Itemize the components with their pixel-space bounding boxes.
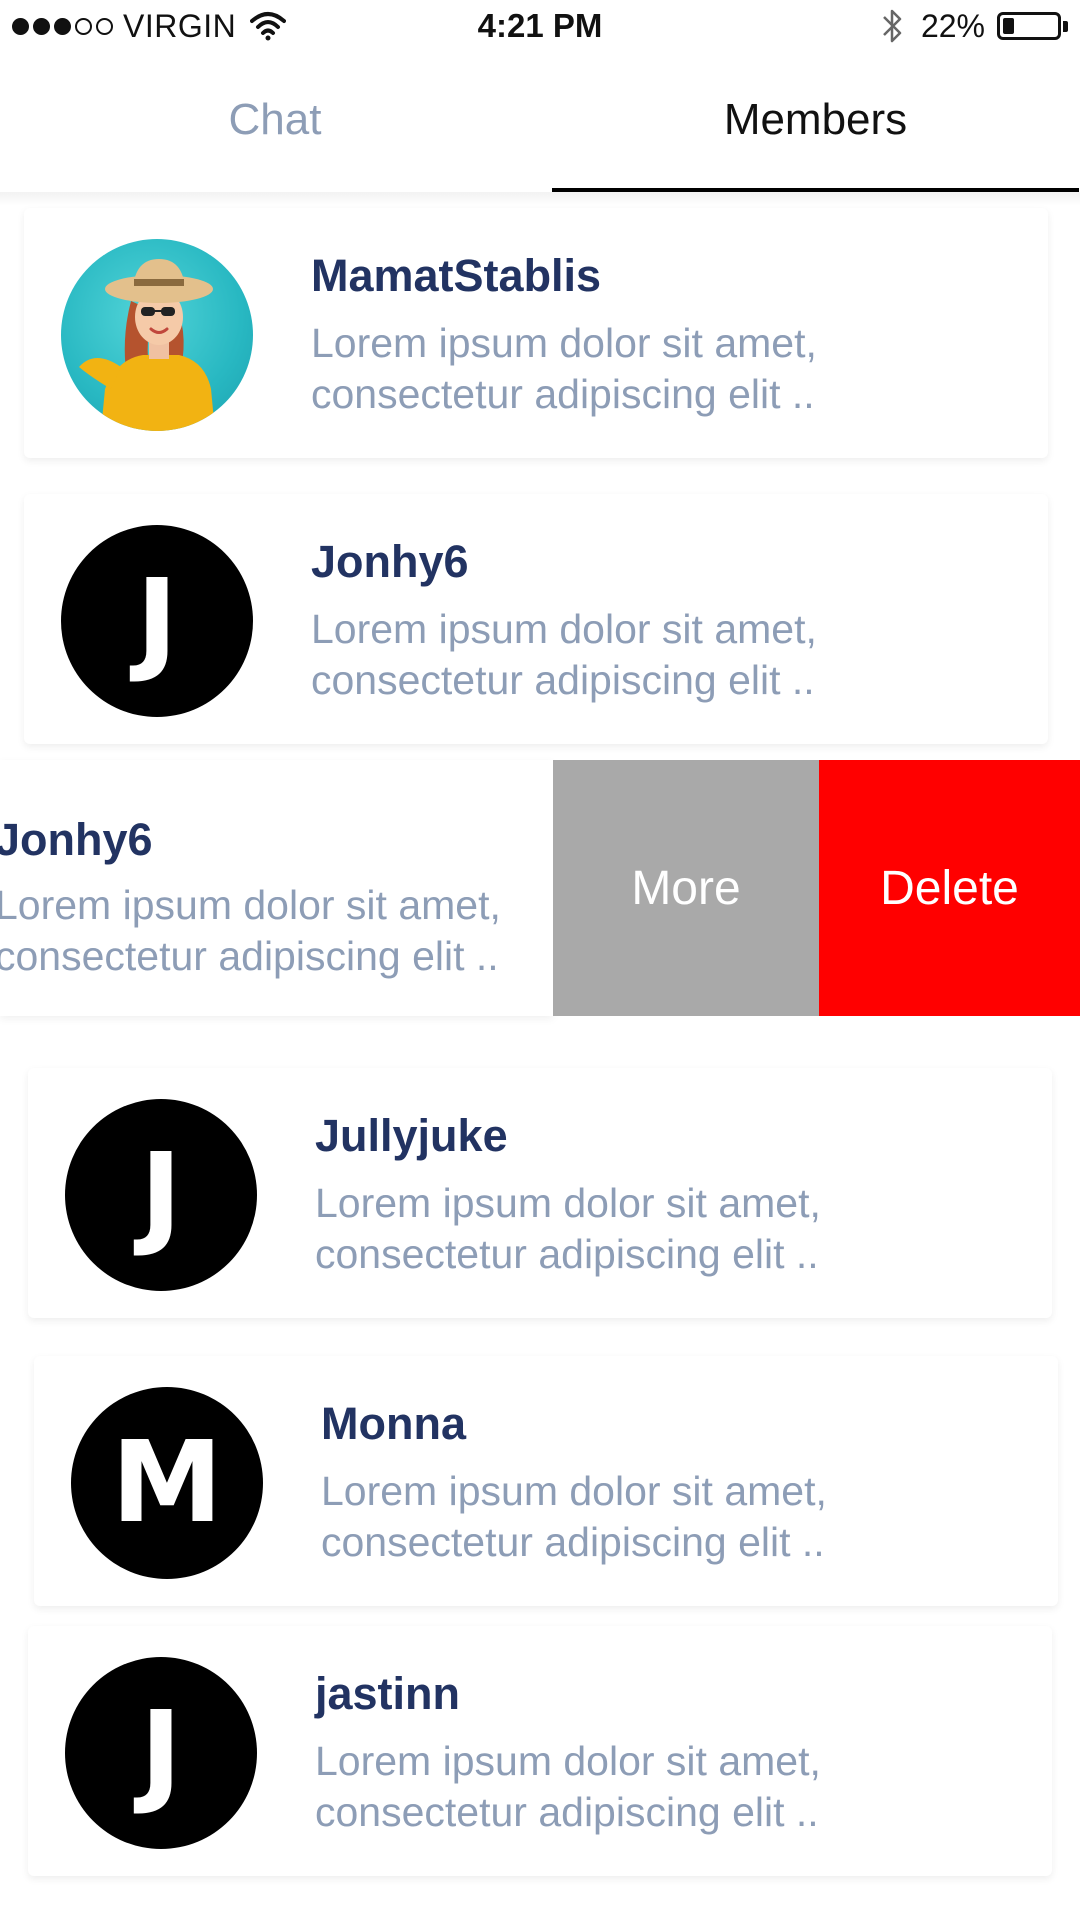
member-card-jastinn[interactable]: J jastinn Lorem ipsum dolor sit amet, co…	[28, 1626, 1052, 1876]
member-avatar-letter: M	[71, 1387, 263, 1579]
battery-fill	[1003, 18, 1014, 34]
member-avatar-photo	[61, 239, 253, 431]
member-description-line: consectetur adipiscing elit ..	[0, 933, 499, 979]
member-card-monna[interactable]: M Monna Lorem ipsum dolor sit amet, cons…	[34, 1356, 1058, 1606]
member-name: Monna	[321, 1398, 466, 1449]
member-description-line: Lorem ipsum dolor sit amet,	[315, 1738, 821, 1784]
member-description-line: consectetur adipiscing elit ..	[315, 1789, 819, 1835]
member-description-line: consectetur adipiscing elit ..	[315, 1231, 819, 1277]
swiped-row-inner: Jonhy6 Lorem ipsum dolor sit amet, conse…	[0, 760, 553, 1016]
status-bar: VIRGIN 4:21 PM 22%	[0, 0, 1080, 52]
tab-members[interactable]: Members	[552, 52, 1079, 194]
member-name: Jonhy6	[0, 814, 153, 865]
more-button[interactable]: More	[553, 760, 819, 1016]
member-description-line: Lorem ipsum dolor sit amet,	[311, 606, 817, 652]
battery-icon	[997, 12, 1061, 40]
member-description-line: Lorem ipsum dolor sit amet,	[0, 882, 501, 928]
member-name: Jonhy6	[311, 536, 469, 587]
profile-photo-image	[79, 259, 215, 431]
member-card-jonhy6[interactable]: J Jonhy6 Lorem ipsum dolor sit amet, con…	[24, 494, 1048, 744]
swiped-member-row[interactable]: Jonhy6 Lorem ipsum dolor sit amet, conse…	[0, 760, 1080, 1016]
battery-tip	[1063, 20, 1068, 32]
battery-percent: 22%	[920, 7, 985, 44]
swiped-row-content[interactable]: Jonhy6 Lorem ipsum dolor sit amet, conse…	[0, 760, 553, 1016]
member-avatar-letter: J	[65, 1099, 257, 1291]
member-name: jastinn	[315, 1668, 461, 1719]
member-description-line: consectetur adipiscing elit ..	[311, 371, 815, 417]
member-name: Jullyjuke	[315, 1110, 508, 1161]
member-description-line: consectetur adipiscing elit ..	[311, 657, 815, 703]
member-description: Lorem ipsum dolor sit amet, consectetur …	[321, 1466, 827, 1568]
member-description: Lorem ipsum dolor sit amet, consectetur …	[311, 318, 817, 420]
member-description: Lorem ipsum dolor sit amet, consectetur …	[311, 604, 817, 706]
delete-button[interactable]: Delete	[819, 760, 1080, 1016]
member-description-line: Lorem ipsum dolor sit amet,	[321, 1468, 827, 1514]
member-description-line: Lorem ipsum dolor sit amet,	[315, 1180, 821, 1226]
status-right: 22%	[881, 6, 1068, 46]
bluetooth-icon	[883, 9, 902, 43]
tab-bar: Chat Members	[0, 52, 1080, 194]
member-avatar-letter: J	[65, 1657, 257, 1849]
member-card-mamatstablis[interactable]: MamatStablis Lorem ipsum dolor sit amet,…	[24, 208, 1048, 458]
member-description-line: Lorem ipsum dolor sit amet,	[311, 320, 817, 366]
member-description-line: consectetur adipiscing elit ..	[321, 1519, 825, 1565]
tab-bar-shadow	[0, 192, 1080, 206]
member-card-jullyjuke[interactable]: J Jullyjuke Lorem ipsum dolor sit amet, …	[28, 1068, 1052, 1318]
member-description: Lorem ipsum dolor sit amet, consectetur …	[315, 1178, 821, 1280]
member-description: Lorem ipsum dolor sit amet, consectetur …	[0, 880, 501, 982]
tab-chat[interactable]: Chat	[0, 52, 550, 188]
member-avatar-letter: J	[61, 525, 253, 717]
member-description: Lorem ipsum dolor sit amet, consectetur …	[315, 1736, 821, 1838]
member-name: MamatStablis	[311, 250, 602, 301]
